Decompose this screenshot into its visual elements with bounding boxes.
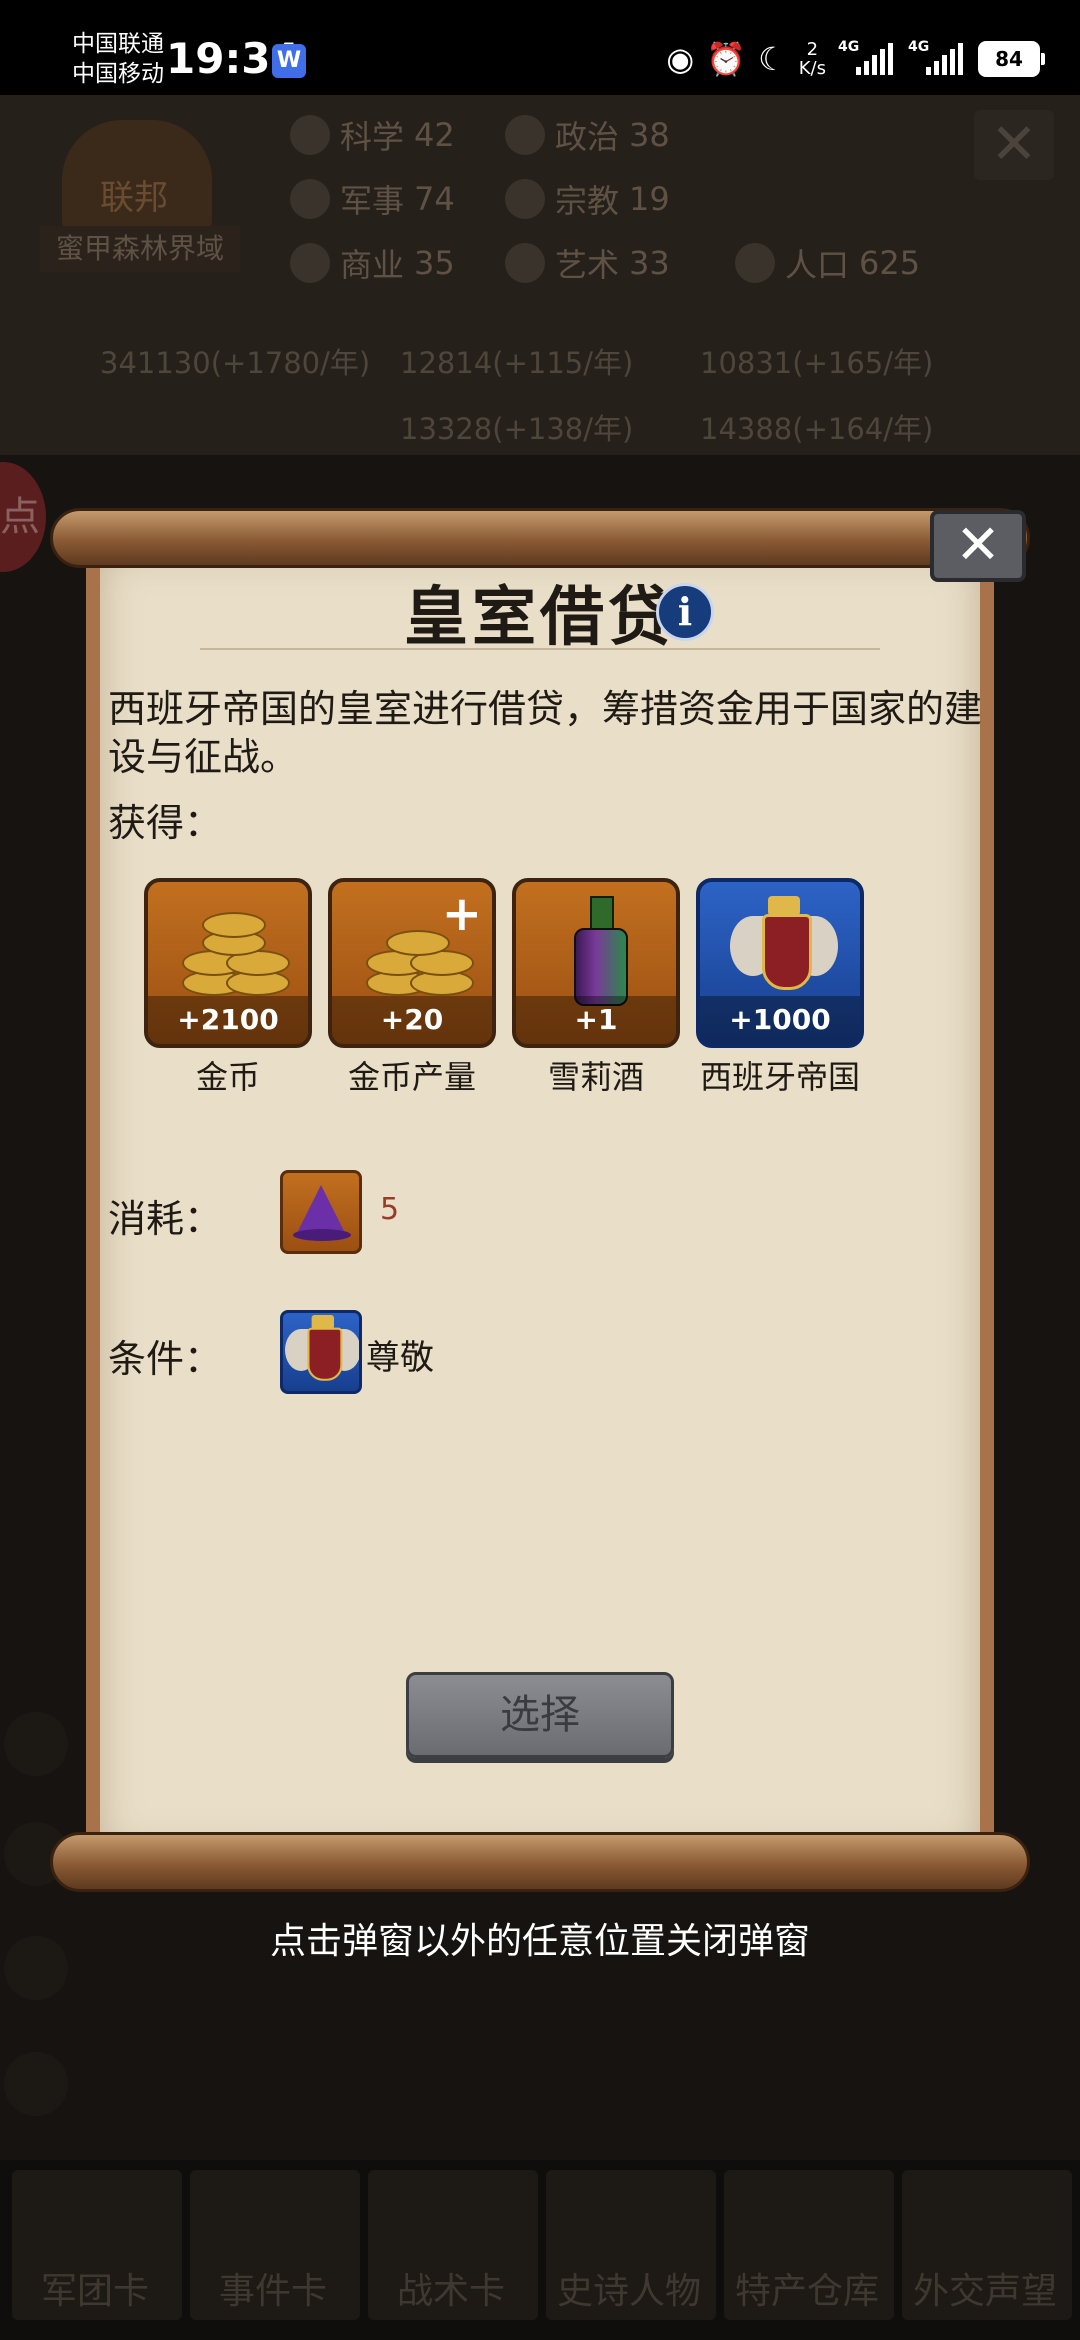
info-icon[interactable]: i (656, 583, 714, 641)
close-hint: 点击弹窗以外的任意位置关闭弹窗 (269, 1921, 810, 1962)
reward-name: 金币 (195, 1058, 260, 1096)
science-icon (290, 115, 330, 155)
condition-text: 尊敬 (366, 1338, 434, 1378)
signal-sim2-icon: 4G (908, 39, 966, 79)
sherry-bottle-icon (572, 896, 628, 1006)
scroll-rod-top (50, 508, 1030, 568)
reward-amount: +1000 (700, 996, 860, 1044)
reward-gold[interactable]: +2100 (144, 878, 312, 1048)
spanish-empire-crest-icon (285, 1315, 359, 1391)
moon-icon: ☾ (758, 40, 787, 78)
commerce-icon (290, 243, 330, 283)
reward-sherry[interactable]: +1 (512, 878, 680, 1048)
reward-amount: +1 (516, 996, 676, 1044)
gold-coins-icon (172, 900, 290, 1000)
reward-name: 西班牙帝国 (699, 1058, 860, 1096)
stat-politics: 政治 38 (505, 112, 670, 158)
popup-description: 西班牙帝国的皇室进行借贷，筹措资金用于国家的建设与征战。 (108, 687, 983, 779)
reward-gold-income[interactable]: + +20 (328, 878, 496, 1048)
popup-title: 皇室借贷 (404, 581, 676, 655)
region-label: 蜜甲森林界域 (40, 226, 240, 272)
cost-value: 5 (380, 1192, 400, 1227)
stat-art: 艺术 33 (505, 240, 670, 286)
resource-4: 13328(+138/年) (400, 412, 634, 446)
resource-5: 14388(+164/年) (700, 412, 934, 446)
eye-icon: ◉ (666, 40, 695, 78)
close-icon: ✕ (955, 513, 1001, 576)
gain-label: 获得： (108, 801, 223, 845)
close-button[interactable]: ✕ (930, 510, 1026, 582)
reward-amount: +2100 (148, 996, 308, 1044)
scroll-rod-bottom (50, 1832, 1030, 1892)
reward-name: 雪莉酒 (547, 1058, 644, 1096)
emblem-name: 联邦 (100, 178, 168, 218)
select-button[interactable]: 选择 (406, 1672, 674, 1758)
military-icon (290, 179, 330, 219)
stat-military: 军事 74 (290, 176, 455, 222)
plus-icon: + (441, 886, 482, 942)
battery-icon: 84 (978, 41, 1045, 77)
population-icon (735, 243, 775, 283)
signal-sim1-icon: 4G (838, 39, 896, 79)
net-speed: 2 K/s (798, 39, 826, 79)
reward-amount: +20 (332, 996, 492, 1044)
stat-science: 科学 42 (290, 112, 455, 158)
resource-2: 12814(+115/年) (400, 346, 634, 380)
tab-label: 史诗人物 (556, 2271, 701, 2312)
politics-icon (505, 115, 545, 155)
help-icon (4, 2052, 68, 2116)
carrier-1: 中国联通 (72, 31, 164, 57)
condition-item[interactable] (280, 1310, 362, 1394)
resource-3: 10831(+165/年) (700, 346, 934, 380)
religion-icon (505, 179, 545, 219)
stat-population: 人口 625 (735, 240, 920, 286)
tab-label: 战术卡 (396, 2271, 505, 2312)
condition-label: 条件： (108, 1337, 223, 1381)
tab-label: 外交声望 (912, 2271, 1057, 2312)
cost-item[interactable] (280, 1170, 362, 1254)
art-icon (505, 243, 545, 283)
alarm-icon: ⏰ (706, 40, 747, 78)
reward-spanish-empire[interactable]: +1000 (696, 878, 864, 1048)
app-notification-icon: W (272, 44, 306, 78)
tab-label: 特产仓库 (734, 2271, 879, 2312)
stat-religion: 宗教 19 (505, 176, 670, 222)
background-close-icon: ✕ (974, 110, 1054, 180)
tab-label: 军团卡 (40, 2271, 149, 2312)
resource-gold: 341130(+1780/年) (100, 346, 371, 380)
carrier-2: 中国移动 (72, 61, 164, 87)
wizard-hat-icon (297, 1185, 345, 1233)
status-icons: ◉ ⏰ ☾ 2 K/s 4G 4G 84 (666, 34, 1045, 84)
stat-commerce: 商业 35 (290, 240, 455, 286)
spanish-empire-crest-icon (730, 896, 838, 1006)
tab-label: 事件卡 (218, 2271, 327, 2312)
reward-name: 金币产量 (347, 1058, 476, 1096)
cost-label: 消耗： (108, 1197, 223, 1241)
